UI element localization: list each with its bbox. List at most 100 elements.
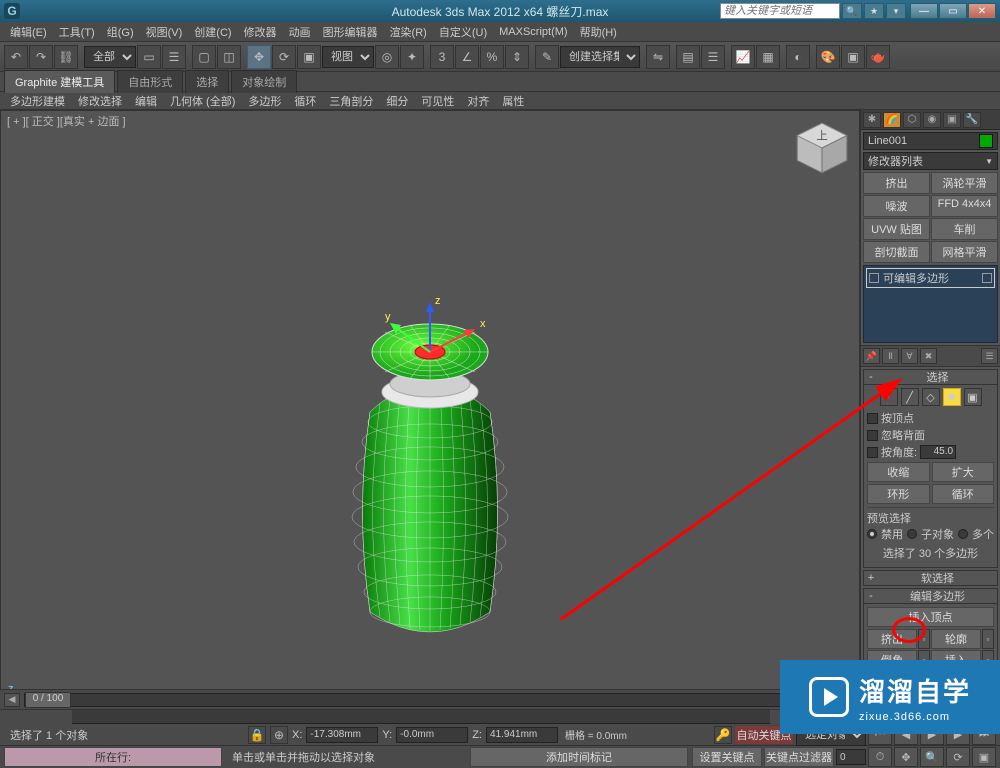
radio-multi[interactable] [958,529,968,539]
subobj-element-icon[interactable]: ▣ [964,388,982,406]
redo-icon[interactable]: ↷ [29,45,53,69]
modifier-stack[interactable]: 可编辑多边形 [863,265,998,343]
window-crossing-icon[interactable]: ◫ [217,45,241,69]
help-search-input[interactable] [720,3,840,19]
curve-editor-icon[interactable]: 📈 [731,45,755,69]
rollout-selection[interactable]: -选择 [863,369,998,385]
btn-outline[interactable]: 轮廓 [931,629,981,649]
close-button[interactable]: ✕ [968,3,996,19]
setkey-button[interactable]: 设置关键点 [692,747,762,767]
minimize-button[interactable]: — [910,3,938,19]
menu-tools[interactable]: 工具(T) [53,22,101,42]
rotate-icon[interactable]: ⟳ [272,45,296,69]
time-ruler[interactable] [72,710,770,724]
ref-coord-sys[interactable]: 视图 [322,46,374,68]
align-icon[interactable]: ▤ [676,45,700,69]
move-icon[interactable]: ✥ [247,45,271,69]
key-icon[interactable]: 🔑 [714,726,732,744]
x-coord[interactable]: -17.308mm [306,727,378,743]
btn-extrude[interactable]: 挤出 [867,629,917,649]
maximize-button[interactable]: ▭ [939,3,967,19]
percent-snap-icon[interactable]: % [480,45,504,69]
rollout-edit-poly[interactable]: -编辑多边形 [863,588,998,604]
tab-hierarchy-icon[interactable]: ⬡ [903,112,921,128]
btn-loop[interactable]: 循环 [932,484,995,504]
nav-orbit-icon[interactable]: ⟳ [946,747,970,767]
btn-shrink[interactable]: 收缩 [867,462,930,482]
named-sel-icon[interactable]: ✎ [535,45,559,69]
chk-by-angle[interactable] [867,447,878,458]
keyfilter-button[interactable]: 关键点过滤器 [764,747,834,767]
spinner-snap-icon[interactable]: ⇕ [505,45,529,69]
subtab-tri[interactable]: 三角剖分 [323,91,379,111]
render-frame-icon[interactable]: ▣ [841,45,865,69]
layers-icon[interactable]: ☰ [701,45,725,69]
menu-customize[interactable]: 自定义(U) [433,22,493,42]
radio-disable[interactable] [867,529,877,539]
rollout-soft-selection[interactable]: +软选择 [863,570,998,586]
subobj-polygon-icon[interactable]: ■ [943,388,961,406]
subtab-mod-sel[interactable]: 修改选择 [72,91,128,111]
subtab-align[interactable]: 对齐 [461,91,495,111]
title-tool-3[interactable]: ▾ [886,3,906,19]
nav-max-icon[interactable]: ▣ [972,747,996,767]
time-handle[interactable]: 0 / 100 [25,692,71,708]
viewport[interactable]: [ + ][ 正交 ][真实 + 边面 ] 上 [0,110,860,728]
y-coord[interactable]: -0.0mm [396,727,468,743]
subtab-loop[interactable]: 循环 [288,91,322,111]
btn-ring[interactable]: 环形 [867,484,930,504]
remove-mod-icon[interactable]: ✖ [920,348,937,364]
tab-motion-icon[interactable]: ◉ [923,112,941,128]
btn-outline-settings[interactable]: ▫ [982,629,994,649]
btn-insert-vertex[interactable]: 插入顶点 [867,607,994,627]
menu-modifiers[interactable]: 修改器 [238,22,283,42]
viewcube[interactable]: 上 [791,117,853,179]
snap-toggle-icon[interactable]: 3 [430,45,454,69]
modbtn-slice[interactable]: 剖切截面 [863,241,930,263]
undo-icon[interactable]: ↶ [4,45,28,69]
object-name-field[interactable]: Line001 [863,132,998,150]
time-config-icon[interactable]: ⏱ [868,747,892,767]
subtab-poly-model[interactable]: 多边形建模 [4,91,71,111]
menu-animation[interactable]: 动画 [283,22,317,42]
tab-utilities-icon[interactable]: 🔧 [963,112,981,128]
script-listener-button[interactable]: 所在行: [4,747,222,767]
viewport-label[interactable]: [ + ][ 正交 ][真实 + 边面 ] [7,113,126,129]
nav-pan-icon[interactable]: ✥ [894,747,918,767]
subtab-props[interactable]: 属性 [496,91,530,111]
transform-type-icon[interactable]: ⊕ [270,726,288,744]
render-setup-icon[interactable]: 🎨 [816,45,840,69]
object-color-swatch[interactable] [979,134,993,148]
modbtn-meshsmooth[interactable]: 网格平滑 [931,241,998,263]
select-icon[interactable]: ▭ [137,45,161,69]
mirror-icon[interactable]: ⇋ [646,45,670,69]
tab-display-icon[interactable]: ▣ [943,112,961,128]
show-end-icon[interactable]: Ⅱ [882,348,899,364]
subobj-vertex-icon[interactable]: · [880,388,898,406]
subtab-vis[interactable]: 可见性 [415,91,460,111]
menu-graph-editors[interactable]: 图形编辑器 [317,22,384,42]
tab-create-icon[interactable]: ✱ [863,112,881,128]
stack-editable-poly[interactable]: 可编辑多边形 [866,268,995,288]
title-tool-2[interactable]: ★ [864,3,884,19]
modifier-list-dropdown[interactable]: 修改器列表 [863,152,998,170]
subtab-subdiv[interactable]: 细分 [380,91,414,111]
link-icon[interactable]: ⛓ [54,45,78,69]
menu-group[interactable]: 组(G) [101,22,140,42]
menu-views[interactable]: 视图(V) [140,22,189,42]
modbtn-noise[interactable]: 噪波 [863,195,930,217]
modbtn-ffd[interactable]: FFD 4x4x4 [931,195,998,217]
menu-rendering[interactable]: 渲染(R) [384,22,433,42]
pivot-icon[interactable]: ◎ [375,45,399,69]
angle-spinner[interactable]: 45.0 [920,445,956,459]
named-selection-set[interactable]: 创建选择集 [560,46,640,68]
modbtn-lathe[interactable]: 车削 [931,218,998,240]
scale-icon[interactable]: ▣ [297,45,321,69]
unique-icon[interactable]: ∀ [901,348,918,364]
menu-create[interactable]: 创建(C) [188,22,237,42]
lock-icon[interactable]: 🔒 [248,726,266,744]
menu-help[interactable]: 帮助(H) [574,22,623,42]
subobj-edge-icon[interactable]: ╱ [901,388,919,406]
btn-grow[interactable]: 扩大 [932,462,995,482]
modbtn-turbosmooth[interactable]: 涡轮平滑 [931,172,998,194]
